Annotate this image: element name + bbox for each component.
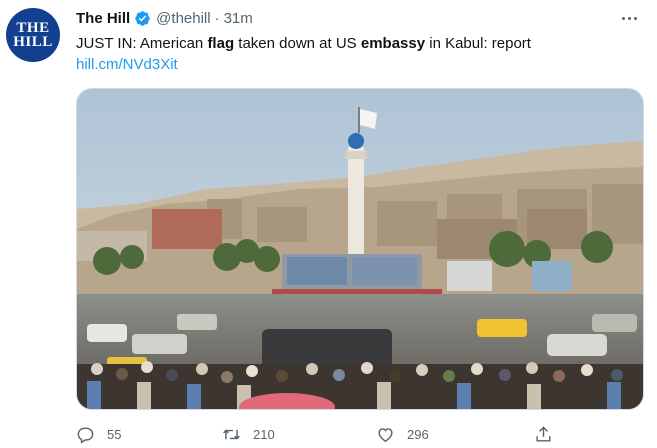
share-icon [536,425,551,442]
avatar-text-line2: HILL [13,34,53,50]
avatar-text-line1: THE [16,20,50,36]
tweet-text-part1: JUST IN: American [76,35,208,52]
avatar[interactable]: THE HILL [6,8,60,62]
tweet-text-bold-embassy: embassy [360,35,426,52]
retweet-button[interactable]: 210 [222,422,275,446]
tweet-text-part3: in Kabul: report [425,35,531,52]
reply-count: 55 [107,426,122,442]
reply-button[interactable]: 55 [76,422,121,446]
share-button[interactable] [534,422,553,446]
like-count: 296 [407,426,429,442]
tweet-text-bold-flag: flag [207,35,235,52]
tweet-text-part2: taken down at US [234,35,361,52]
like-button[interactable]: 296 [376,422,429,446]
like-icon [378,427,393,442]
photo-scene [77,89,643,409]
reply-icon [77,427,94,444]
tweet-photo[interactable] [76,88,644,410]
retweet-icon [223,429,240,439]
account-handle[interactable]: @thehill [156,10,210,27]
tweet-timestamp[interactable]: 31m [224,10,253,27]
account-name[interactable]: The Hill [76,10,130,27]
header-separator: · [214,9,220,27]
tweet-text: JUST IN: American flag taken down at US … [76,34,531,54]
more-icon[interactable] [617,10,641,26]
retweet-count: 210 [253,426,275,442]
verified-badge-icon [134,10,151,27]
tweet-link[interactable]: hill.cm/NVd3Xit [76,56,178,73]
tweet-actions: 55 210 296 [76,422,644,446]
tweet-header: The Hill @thehill · 31m [76,8,253,28]
